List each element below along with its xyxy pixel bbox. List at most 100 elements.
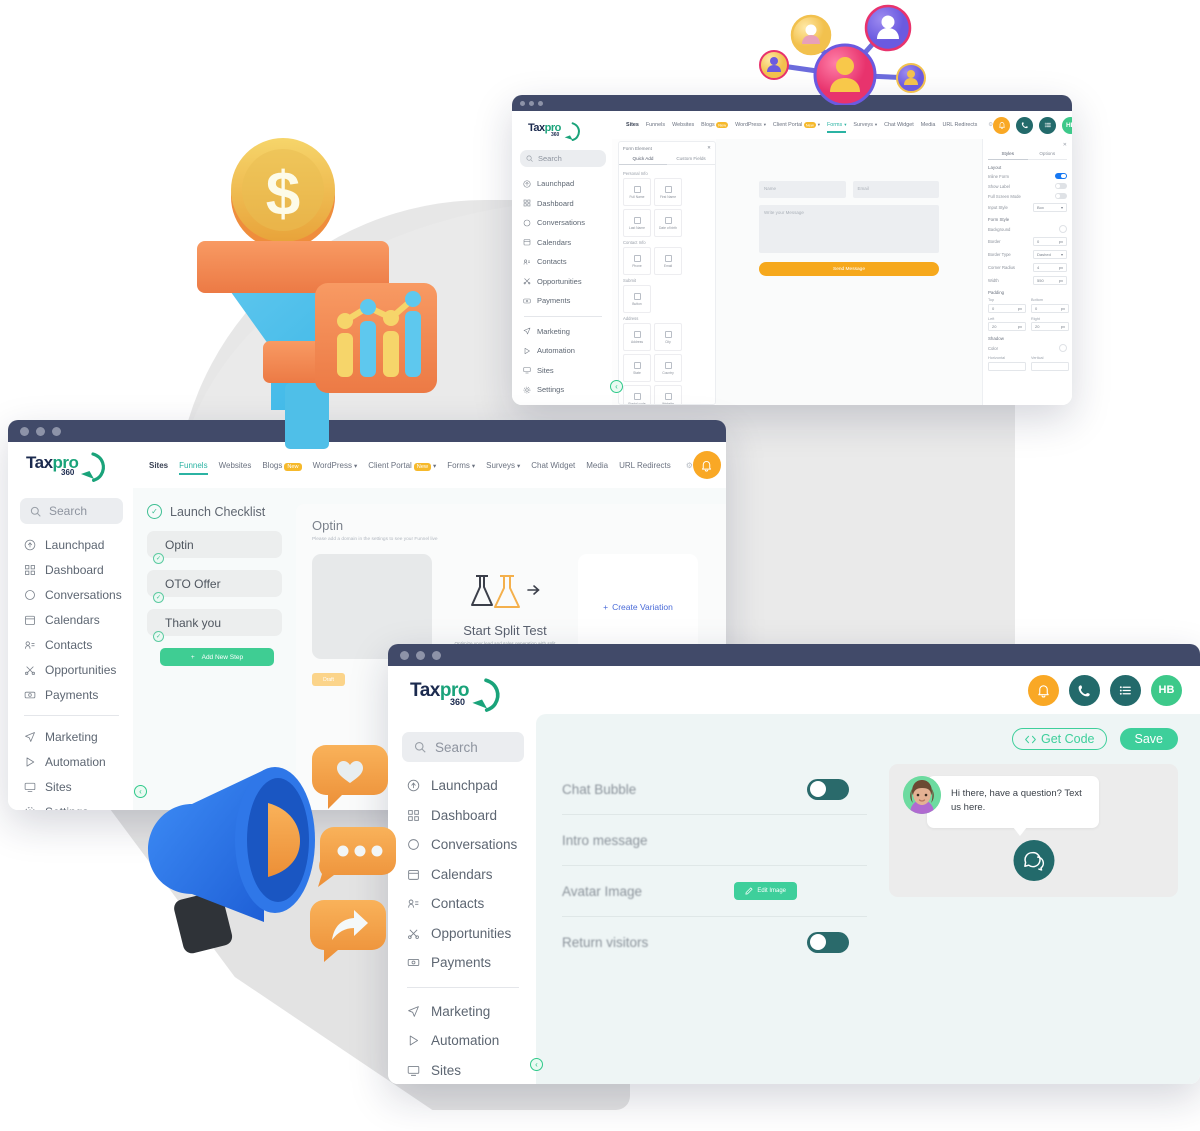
tab-forms[interactable]: Forms ▾ xyxy=(826,122,847,133)
site-tabs[interactable]: Sites Funnels Websites Blogs New WordPress ▾ Cl… xyxy=(149,461,693,475)
layout-row[interactable]: Input Style Box ▾ xyxy=(988,203,1067,212)
sidebar-item-conversations[interactable]: Conversations xyxy=(20,582,123,607)
color-swatch[interactable] xyxy=(1059,344,1067,352)
tab-media[interactable]: Media xyxy=(921,122,936,128)
email-field[interactable]: Email xyxy=(852,181,939,198)
toggle-switch[interactable] xyxy=(807,778,849,800)
sidebar-item-payments[interactable]: Payments xyxy=(20,682,123,707)
element-card[interactable]: Button xyxy=(623,285,651,313)
avatar[interactable]: HB xyxy=(1151,674,1182,706)
call-button[interactable] xyxy=(1016,116,1034,134)
formstyle-row[interactable]: Background xyxy=(988,225,1067,233)
send-message-button[interactable]: Send Message xyxy=(759,262,939,276)
tab-surveys[interactable]: Surveys ▾ xyxy=(486,461,520,470)
sidebar-item-automation[interactable]: Automation xyxy=(520,341,606,361)
toggle-switch[interactable] xyxy=(807,931,849,953)
padding-input[interactable]: 0 px xyxy=(1031,303,1069,313)
sidebar-item-opportunities[interactable]: Opportunities xyxy=(20,657,123,682)
sidebar-item-automation[interactable]: Automation xyxy=(402,1026,524,1056)
sidebar-item-calendars[interactable]: Calendars xyxy=(20,607,123,632)
sidebar-item-dashboard[interactable]: Dashboard xyxy=(20,557,123,582)
shadow-input[interactable] xyxy=(988,361,1026,371)
element-card[interactable]: First Name xyxy=(654,178,682,206)
sidebar-item-calendars[interactable]: Calendars xyxy=(402,860,524,890)
chat-widget-window[interactable]: Tax pro 360 Search Launchpad Dashboard C… xyxy=(388,644,1200,1084)
window-maximize-dot[interactable] xyxy=(538,100,543,106)
sidebar-collapse-button[interactable]: ‹ xyxy=(610,380,623,393)
sidebar-item-launchpad[interactable]: Launchpad xyxy=(520,174,606,194)
notifications-button[interactable] xyxy=(993,116,1011,134)
tab-client-portal[interactable]: Client Portal New ▾ xyxy=(773,121,820,128)
layout-row[interactable]: Show Label xyxy=(988,183,1067,189)
element-card[interactable]: Country xyxy=(654,354,682,382)
tab-chat-widget[interactable]: Chat Widget xyxy=(531,461,575,470)
sidebar-item-settings[interactable]: Settings xyxy=(520,380,606,400)
element-card[interactable]: Website xyxy=(654,385,682,404)
tab-wordpress[interactable]: WordPress ▾ xyxy=(313,461,358,470)
search-input[interactable]: Search xyxy=(520,150,606,167)
tab-styles[interactable]: Styles xyxy=(988,148,1028,160)
sidebar-item-automation[interactable]: Automation xyxy=(20,749,123,774)
number-field[interactable]: 550 px xyxy=(1033,276,1067,285)
tab-client-portal[interactable]: Client Portal New ▾ xyxy=(368,461,436,471)
checklist-step[interactable]: OTO Offer ✓ xyxy=(147,570,282,603)
sidebar-item-conversations[interactable]: Conversations xyxy=(402,830,524,860)
tab-chat-widget[interactable]: Chat Widget xyxy=(884,122,914,128)
element-card[interactable]: Full Name xyxy=(623,178,651,206)
element-card[interactable]: Phone xyxy=(623,247,651,275)
sidebar-item-contacts[interactable]: Contacts xyxy=(520,252,606,272)
close-icon[interactable]: ✕ xyxy=(707,145,711,151)
element-card[interactable]: State xyxy=(623,354,651,382)
tab-sites[interactable]: Sites xyxy=(149,461,168,470)
tab-media[interactable]: Media xyxy=(586,461,608,470)
element-card[interactable]: Email xyxy=(654,247,682,275)
layout-row[interactable]: Full Screen Mode xyxy=(988,193,1067,199)
tab-websites[interactable]: Websites xyxy=(672,122,694,128)
element-card[interactable]: Postal code xyxy=(623,385,651,404)
sidebar-item-dashboard[interactable]: Dashboard xyxy=(402,801,524,831)
tab-blogs[interactable]: Blogs New xyxy=(262,461,302,471)
menu-list-button[interactable] xyxy=(1039,116,1057,134)
form-builder-window[interactable]: Tax pro 360 Search Launchpad Dashboard C… xyxy=(512,95,1072,405)
toggle-switch[interactable] xyxy=(1055,173,1067,179)
chat-launcher-button[interactable] xyxy=(1013,840,1054,881)
formstyle-row[interactable]: Width 550 px xyxy=(988,276,1067,285)
sidebar-item-launchpad[interactable]: Launchpad xyxy=(402,771,524,801)
name-field[interactable]: Name xyxy=(759,181,846,198)
window-maximize-dot[interactable] xyxy=(52,426,61,436)
layout-row[interactable]: Inline Form xyxy=(988,173,1067,179)
checklist-step[interactable]: Optin ✓ xyxy=(147,531,282,564)
number-field[interactable]: 4 px xyxy=(1033,263,1067,272)
shadow-input[interactable] xyxy=(1031,361,1069,371)
tab-settings-gear-icon[interactable]: ⚙ xyxy=(686,461,693,470)
window-close-dot[interactable] xyxy=(400,650,409,660)
sidebar-item-opportunities[interactable]: Opportunities xyxy=(520,272,606,292)
element-card[interactable]: Address xyxy=(623,323,651,351)
window-close-dot[interactable] xyxy=(520,100,525,106)
window-maximize-dot[interactable] xyxy=(432,650,441,660)
tab-options[interactable]: Options xyxy=(1027,148,1067,160)
tab-url-redirects[interactable]: URL Redirects xyxy=(942,122,977,128)
tab-blogs[interactable]: Blogs New xyxy=(701,121,729,128)
select-field[interactable]: Dashed ▾ xyxy=(1033,250,1067,259)
sidebar-item-sites[interactable]: Sites xyxy=(20,774,123,799)
edit-image-button[interactable]: Edit Image xyxy=(734,882,797,900)
window-close-dot[interactable] xyxy=(20,426,29,436)
window-minimize-dot[interactable] xyxy=(529,100,534,106)
window-minimize-dot[interactable] xyxy=(36,426,45,436)
sidebar-item-conversations[interactable]: Conversations xyxy=(520,213,606,233)
sidebar-item-payments[interactable]: Payments xyxy=(402,948,524,978)
layout-rows[interactable]: Inline Form Show Label Full Screen Mode Inp… xyxy=(988,173,1067,212)
toggle-switch[interactable] xyxy=(1055,183,1067,189)
tab-forms[interactable]: Forms ▾ xyxy=(447,461,475,470)
form-element-tabs[interactable]: Quick Add Custom Fields xyxy=(619,153,715,165)
element-card[interactable]: City xyxy=(654,323,682,351)
styles-panel[interactable]: ✕ Styles Options Layout Inline Form Show … xyxy=(982,139,1072,405)
tab-url-redirects[interactable]: URL Redirects xyxy=(619,461,671,470)
color-swatch[interactable] xyxy=(1059,225,1067,233)
padding-input[interactable]: 0 px xyxy=(988,303,1026,313)
sidebar-item-marketing[interactable]: Marketing xyxy=(20,724,123,749)
tab-quick-add[interactable]: Quick Add xyxy=(619,153,667,165)
add-new-step-button[interactable]: + Add New Step xyxy=(160,648,274,666)
toggle-switch[interactable] xyxy=(1055,193,1067,199)
